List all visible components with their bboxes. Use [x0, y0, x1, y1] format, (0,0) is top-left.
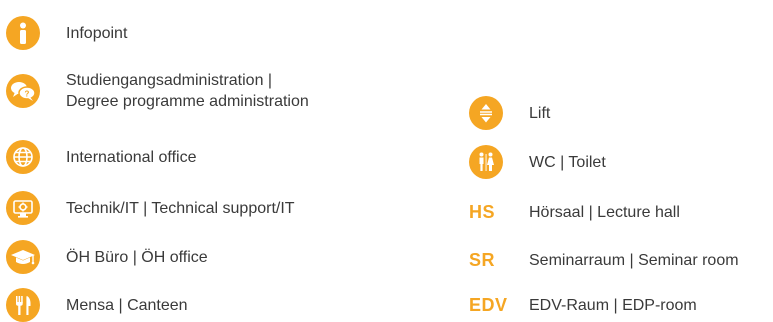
lift-icon	[469, 96, 503, 130]
legend-label: Hörsaal | Lecture hall	[529, 204, 680, 221]
legend-item-canteen: Mensa | Canteen	[6, 288, 188, 322]
legend-label: Seminarraum | Seminar room	[529, 252, 739, 269]
monitor-gear-icon	[6, 191, 40, 225]
toilet-icon	[469, 145, 503, 179]
legend-label: International office	[66, 148, 197, 166]
info-icon	[6, 16, 40, 50]
globe-icon	[6, 140, 40, 174]
legend-item-toilet: WC | Toilet	[469, 145, 606, 179]
abbr-sr: SR	[469, 250, 496, 270]
speech-bubbles-icon: ?	[6, 74, 40, 108]
legend-item-edp-room: EDV EDV-Raum | EDP-room	[469, 295, 697, 316]
legend-item-infopoint: Infopoint	[6, 16, 127, 50]
legend-item-lift: Lift	[469, 96, 550, 130]
abbr-edv: EDV	[469, 295, 508, 315]
graduation-cap-icon	[6, 240, 40, 274]
legend-label: WC | Toilet	[529, 153, 606, 171]
legend-label: ÖH Büro | ÖH office	[66, 248, 208, 266]
legend-item-lecture-hall: HS Hörsaal | Lecture hall	[469, 202, 680, 223]
legend-item-technical-support: Technik/IT | Technical support/IT	[6, 191, 295, 225]
svg-text:?: ?	[25, 90, 30, 99]
abbr-hs: HS	[469, 202, 496, 222]
legend-label: Studiengangsadministration | Degree prog…	[66, 70, 309, 112]
legend-label: EDV-Raum | EDP-room	[529, 297, 697, 314]
legend-label: Mensa | Canteen	[66, 296, 188, 314]
legend-label-line-1: Studiengangsadministration |	[66, 72, 273, 89]
fork-knife-icon	[6, 288, 40, 322]
legend-item-seminar-room: SR Seminarraum | Seminar room	[469, 250, 739, 271]
legend-label-line-2: Degree programme administration	[66, 93, 309, 110]
legend-item-degree-programme-administration: ? Studiengangsadministration | Degree pr…	[6, 70, 309, 112]
legend-label: Technik/IT | Technical support/IT	[66, 199, 295, 217]
legend-label: Infopoint	[66, 24, 128, 42]
legend-item-oeh-office: ÖH Büro | ÖH office	[6, 240, 208, 274]
legend-label: Lift	[529, 104, 551, 122]
legend-item-international-office: International office	[6, 140, 196, 174]
